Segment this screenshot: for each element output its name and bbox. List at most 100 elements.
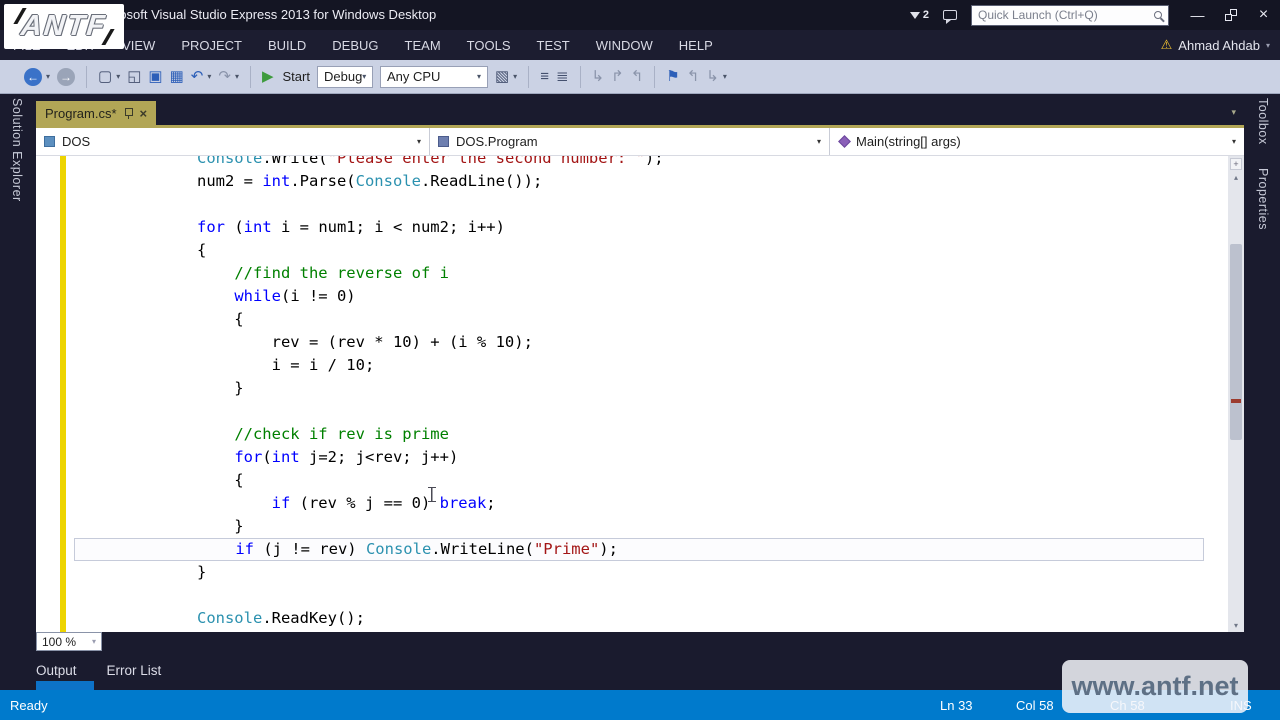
step-out-icon[interactable]: ↰ xyxy=(631,60,644,94)
code-line[interactable] xyxy=(36,193,1228,216)
watermark: www.antf.net xyxy=(1062,660,1248,713)
menu-window[interactable]: WINDOW xyxy=(583,30,666,60)
sidebar-tab-toolbox[interactable]: Toolbox xyxy=(1256,98,1270,145)
sidebar-tab-properties[interactable]: Properties xyxy=(1256,168,1270,230)
code-line[interactable]: Console.ReadKey(); xyxy=(36,607,1228,630)
code-line[interactable]: { xyxy=(36,239,1228,262)
save-icon[interactable]: ▣ xyxy=(148,60,162,94)
close-tab-icon[interactable]: × xyxy=(140,106,148,121)
code-line[interactable]: while(i != 0) xyxy=(36,285,1228,308)
menu-build[interactable]: BUILD xyxy=(255,30,319,60)
step-over-icon[interactable]: ↱ xyxy=(611,60,624,94)
panel-tab-error-list[interactable]: Error List xyxy=(107,663,162,678)
undo-icon[interactable]: ↶ xyxy=(191,60,204,94)
step-into-icon[interactable]: ↳ xyxy=(592,60,605,94)
scroll-up-icon[interactable]: ▴ xyxy=(1228,173,1244,182)
document-list-caret[interactable]: ▾ xyxy=(1231,107,1236,118)
code-line[interactable] xyxy=(36,400,1228,423)
code-line-current[interactable]: if (j != rev) Console.WriteLine("Prime")… xyxy=(74,538,1204,561)
menu-team[interactable]: TEAM xyxy=(392,30,454,60)
code-line[interactable]: { xyxy=(36,469,1228,492)
start-debug-icon[interactable]: ▶ xyxy=(262,60,274,94)
status-state: Ready xyxy=(10,698,48,713)
toolbar-separator xyxy=(249,65,251,88)
document-tab-program-cs[interactable]: Program.cs* × xyxy=(36,101,157,125)
method-icon xyxy=(838,135,851,148)
toolbar-options-icon[interactable]: ▾ xyxy=(723,72,727,81)
code-line[interactable]: Console.Write("Please enter the second n… xyxy=(36,156,1228,170)
code-line[interactable]: for(int j=2; j<rev; j++) xyxy=(36,446,1228,469)
solution-platform-select[interactable]: Any CPU ▾ xyxy=(379,65,488,88)
chevron-down-icon: ▾ xyxy=(1265,40,1270,50)
code-line[interactable]: } xyxy=(36,561,1228,584)
code-line[interactable]: } xyxy=(36,515,1228,538)
line-list-alt-icon[interactable]: ≣ xyxy=(556,60,569,94)
quick-launch-placeholder: Quick Launch (Ctrl+Q) xyxy=(978,8,1098,22)
search-icon xyxy=(1154,11,1162,19)
code-line[interactable] xyxy=(36,584,1228,607)
output-tab-indicator xyxy=(36,681,94,690)
navigate-backward-icon[interactable]: ← xyxy=(24,67,42,86)
vertical-scrollbar[interactable]: + ▴ ▾ xyxy=(1228,156,1244,632)
code-line[interactable]: for (int i = num1; i < num2; i++) xyxy=(36,216,1228,239)
scrollbar-current-line-marker xyxy=(1231,399,1241,403)
new-file-caret[interactable]: ▾ xyxy=(116,72,120,81)
next-bookmark-icon[interactable]: ↳ xyxy=(706,60,719,94)
attach-caret[interactable]: ▾ xyxy=(513,72,517,81)
minimize-button[interactable]: — xyxy=(1181,1,1214,29)
restore-button[interactable] xyxy=(1214,1,1247,29)
toolbar-separator xyxy=(579,65,581,88)
type-dropdown[interactable]: DOS.Program ▾ xyxy=(430,128,830,155)
code-line[interactable]: //check if rev is prime xyxy=(36,423,1228,446)
code-line[interactable]: i = i / 10; xyxy=(36,354,1228,377)
previous-bookmark-icon[interactable]: ↰ xyxy=(687,60,700,94)
title-bar: DOS - Microsoft Visual Studio Express 20… xyxy=(0,0,1280,30)
menu-test[interactable]: TEST xyxy=(524,30,583,60)
scroll-down-icon[interactable]: ▾ xyxy=(1228,621,1244,630)
code-line[interactable]: } xyxy=(36,377,1228,400)
redo-icon[interactable]: ↷ xyxy=(218,60,231,94)
sidebar-tab-solution-explorer[interactable]: Solution Explorer xyxy=(10,98,24,202)
menu-debug[interactable]: DEBUG xyxy=(319,30,391,60)
project-dropdown[interactable]: DOS ▾ xyxy=(36,128,430,155)
attach-icon[interactable]: ▧ xyxy=(495,60,509,94)
menu-project[interactable]: PROJECT xyxy=(168,30,255,60)
start-button-label[interactable]: Start xyxy=(283,69,310,84)
warning-icon: ⚠ xyxy=(1160,37,1173,52)
notifications-icon[interactable]: 2 xyxy=(909,9,929,21)
member-dropdown[interactable]: Main(string[] args) ▾ xyxy=(830,128,1244,155)
navigate-forward-icon[interactable]: → xyxy=(57,67,76,86)
zoom-select[interactable]: 100 % ▾ xyxy=(36,632,102,651)
menu-tools[interactable]: TOOLS xyxy=(454,30,524,60)
chevron-down-icon: ▾ xyxy=(1231,137,1236,146)
user-account-menu[interactable]: ⚠ Ahmad Ahdab ▾ xyxy=(1161,30,1270,60)
line-list-icon[interactable]: ≡ xyxy=(540,60,549,94)
panel-tab-output[interactable]: Output xyxy=(36,663,77,678)
code-line[interactable]: rev = (rev * 10) + (i % 10); xyxy=(36,331,1228,354)
bookmark-icon[interactable]: ⚑ xyxy=(666,60,679,94)
close-button[interactable]: × xyxy=(1247,1,1280,29)
solution-configuration-select[interactable]: Debug ▾ xyxy=(316,65,373,88)
chevron-down-icon: ▾ xyxy=(91,637,96,646)
code-line[interactable]: { xyxy=(36,308,1228,331)
class-icon xyxy=(438,136,449,147)
redo-caret[interactable]: ▾ xyxy=(235,72,239,81)
code-line[interactable]: if (rev % j == 0) break; xyxy=(36,492,1228,515)
new-file-icon[interactable]: ▢ xyxy=(98,60,112,94)
code-line[interactable]: //find the reverse of i xyxy=(36,262,1228,285)
document-well: Program.cs* × ▾ DOS ▾ DOS.Program ▾ Main… xyxy=(36,94,1244,655)
zoom-value: 100 % xyxy=(42,634,77,649)
navigate-backward-caret[interactable]: ▾ xyxy=(46,72,50,81)
code-editor[interactable]: Console.Write("Please enter the second n… xyxy=(36,156,1244,632)
menu-help[interactable]: HELP xyxy=(666,30,726,60)
scrollbar-map-button[interactable]: + xyxy=(1230,158,1242,170)
toolbar-separator xyxy=(654,65,656,88)
open-file-icon[interactable]: ◱ xyxy=(127,60,141,94)
feedback-icon[interactable] xyxy=(943,10,957,24)
undo-caret[interactable]: ▾ xyxy=(207,72,211,81)
quick-launch-input[interactable]: Quick Launch (Ctrl+Q) xyxy=(971,4,1169,26)
code-line[interactable]: num2 = int.Parse(Console.ReadLine()); xyxy=(36,170,1228,193)
save-all-icon[interactable]: ▦ xyxy=(170,60,184,94)
pin-icon[interactable] xyxy=(124,107,133,119)
scrollbar-thumb[interactable] xyxy=(1230,244,1242,440)
